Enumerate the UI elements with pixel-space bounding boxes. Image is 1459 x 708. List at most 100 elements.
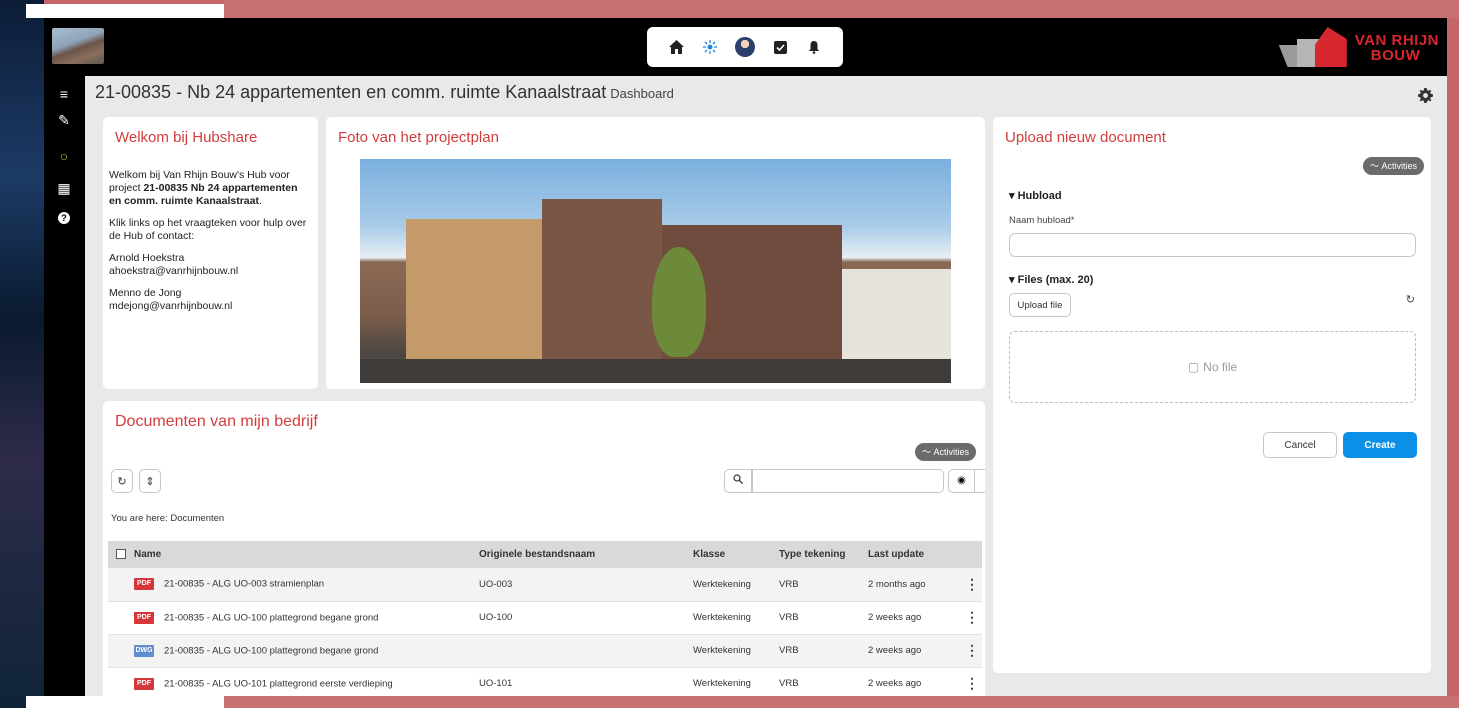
tasks-icon[interactable]	[771, 38, 789, 56]
caret-down-icon: ▾	[1009, 274, 1015, 286]
type-tekening: VRB	[779, 634, 868, 668]
select-all-checkbox[interactable]	[116, 549, 126, 560]
document-name[interactable]: 21-00835 - ALG UO-100 plattegrond begane…	[164, 612, 378, 623]
klasse: Werktekening	[693, 601, 779, 635]
documents-card: Documenten van mijn bedrijf 〜 Activities…	[103, 401, 985, 696]
project-photo-card: Foto van het projectplan	[326, 117, 985, 389]
photo-title: Foto van het projectplan	[338, 129, 499, 146]
activities-button[interactable]: 〜 Activities	[1363, 157, 1425, 175]
table-header: Name Originele bestandsnaam Klasse Type …	[108, 541, 982, 568]
column-header[interactable]: Type tekening	[779, 541, 868, 568]
help-icon[interactable]: ?	[58, 212, 70, 224]
background-top-strip	[26, 4, 224, 18]
hub-icon[interactable]	[701, 38, 719, 56]
more-options-icon[interactable]: ⋮	[962, 568, 982, 602]
breadcrumb: You are here: Documenten	[111, 513, 225, 524]
upload-card: Upload nieuw document 〜 Activities ▾ Hub…	[993, 117, 1431, 673]
refresh-icon[interactable]: ↻	[1406, 293, 1415, 306]
company-logo: VAN RHIJN BOUW	[1278, 26, 1439, 70]
home-icon[interactable]	[667, 38, 685, 56]
klasse: Werktekening	[693, 634, 779, 668]
refresh-icon: ↻	[117, 475, 127, 488]
edit-icon[interactable]: ✎	[55, 112, 73, 128]
file-dropzone[interactable]: ▢ No file	[1009, 331, 1416, 403]
pdf-icon: PDF	[134, 611, 154, 624]
contact-name: Arnold Hoekstra	[109, 252, 185, 264]
welcome-help: Klik links op het vraagteken voor hulp o…	[109, 217, 307, 242]
page-title: 21-00835 - Nb 24 appartementen en comm. …	[95, 82, 674, 102]
top-bar: VAN RHIJN BOUW	[44, 18, 1447, 76]
per-page-select[interactable]: ◉ 10 ⌄	[948, 469, 985, 493]
bell-icon[interactable]	[805, 38, 823, 56]
main-content: 21-00835 - Nb 24 appartementen en comm. …	[85, 76, 1447, 696]
upload-title: Upload nieuw document	[1005, 129, 1166, 146]
search-input[interactable]	[752, 469, 944, 493]
menu-icon[interactable]: ≡	[55, 86, 73, 102]
more-options-icon[interactable]: ⋮	[962, 634, 982, 668]
eye-icon: ◉	[949, 470, 975, 492]
document-name[interactable]: 21-00835 - ALG UO-003 stramienplan	[164, 579, 324, 590]
files-section-toggle[interactable]: ▾ Files (max. 20)	[1009, 273, 1093, 286]
main-nav	[647, 27, 843, 67]
more-options-icon[interactable]: ⋮	[962, 667, 982, 696]
contact-name: Menno de Jong	[109, 287, 182, 299]
background-left	[0, 0, 44, 708]
welcome-title: Welkom bij Hubshare	[115, 129, 258, 146]
table-row[interactable]: PDF 21-00835 - ALG UO-100 plattegrond beg…	[108, 601, 982, 635]
column-header[interactable]: Last update	[868, 541, 962, 568]
column-header[interactable]: Name	[134, 541, 479, 568]
table-row[interactable]: DWG 21-00835 - ALG UO-100 plattegrond beg…	[108, 634, 982, 668]
user-avatar[interactable]	[735, 37, 755, 57]
type-tekening: VRB	[779, 667, 868, 696]
more-options-icon[interactable]: ⋮	[962, 601, 982, 635]
cancel-button[interactable]: Cancel	[1263, 432, 1337, 458]
caret-down-icon: ▾	[1009, 190, 1015, 202]
klasse: Werktekening	[693, 568, 779, 602]
contact-email[interactable]: mdejong@vanrhijnbouw.nl	[109, 300, 232, 312]
refresh-button[interactable]: ↻	[111, 469, 133, 493]
type-tekening: VRB	[779, 601, 868, 635]
last-update: 2 weeks ago	[868, 601, 962, 635]
project-photo	[360, 159, 951, 383]
sort-button[interactable]: ⇕	[139, 469, 161, 493]
document-name[interactable]: 21-00835 - ALG UO-100 plattegrond begane…	[164, 645, 378, 656]
contact-email[interactable]: ahoekstra@vanrhijnbouw.nl	[109, 265, 238, 277]
trend-icon: 〜	[922, 447, 932, 457]
welcome-card: Welkom bij Hubshare Welkom bij Van Rhijn…	[103, 117, 318, 389]
create-button[interactable]: Create	[1343, 432, 1417, 458]
no-file-text: No file	[1203, 360, 1238, 374]
last-update: 2 weeks ago	[868, 667, 962, 696]
last-update: 2 months ago	[868, 568, 962, 602]
logo-mark	[1278, 27, 1349, 69]
table-row[interactable]: PDF 21-00835 - ALG UO-003 stramienplan UO…	[108, 568, 982, 602]
status-dot-icon[interactable]: ○	[55, 148, 73, 164]
trend-icon: 〜	[1370, 161, 1380, 171]
dashboard-icon[interactable]: ▦	[55, 180, 73, 196]
project-thumbnail[interactable]	[52, 28, 104, 64]
klasse: Werktekening	[693, 667, 779, 696]
original-filename: UO-100	[479, 601, 693, 635]
column-header[interactable]: Klasse	[693, 541, 779, 568]
gear-icon[interactable]	[1418, 88, 1433, 108]
background-top-band	[224, 0, 1459, 18]
hubload-name-label: Naam hubload*	[1009, 215, 1075, 226]
sort-icon: ⇕	[145, 475, 155, 488]
original-filename	[479, 634, 693, 668]
pdf-icon: PDF	[134, 578, 154, 591]
background-bottom-strip	[26, 696, 224, 708]
documents-table: Name Originele bestandsnaam Klasse Type …	[108, 541, 982, 696]
hubload-section-toggle[interactable]: ▾ Hubload	[1009, 189, 1062, 202]
original-filename: UO-003	[479, 568, 693, 602]
document-name[interactable]: 21-00835 - ALG UO-101 plattegrond eerste…	[164, 678, 393, 689]
search-icon[interactable]	[724, 469, 752, 493]
table-row[interactable]: PDF 21-00835 - ALG UO-101 plattegrond eer…	[108, 667, 982, 696]
upload-file-button[interactable]: Upload file	[1009, 293, 1071, 317]
activities-button[interactable]: 〜 Activities	[915, 443, 977, 461]
last-update: 2 weeks ago	[868, 634, 962, 668]
dwg-icon: DWG	[134, 644, 154, 657]
app-window: VAN RHIJN BOUW ≡ ✎ ○ ▦ ? 21-00835 - Nb 2…	[44, 18, 1447, 696]
column-header[interactable]: Originele bestandsnaam	[479, 541, 693, 568]
welcome-body: Welkom bij Van Rhijn Bouw's Hub voor pro…	[109, 169, 309, 322]
file-icon: ▢	[1187, 360, 1200, 374]
hubload-name-input[interactable]	[1009, 233, 1416, 257]
